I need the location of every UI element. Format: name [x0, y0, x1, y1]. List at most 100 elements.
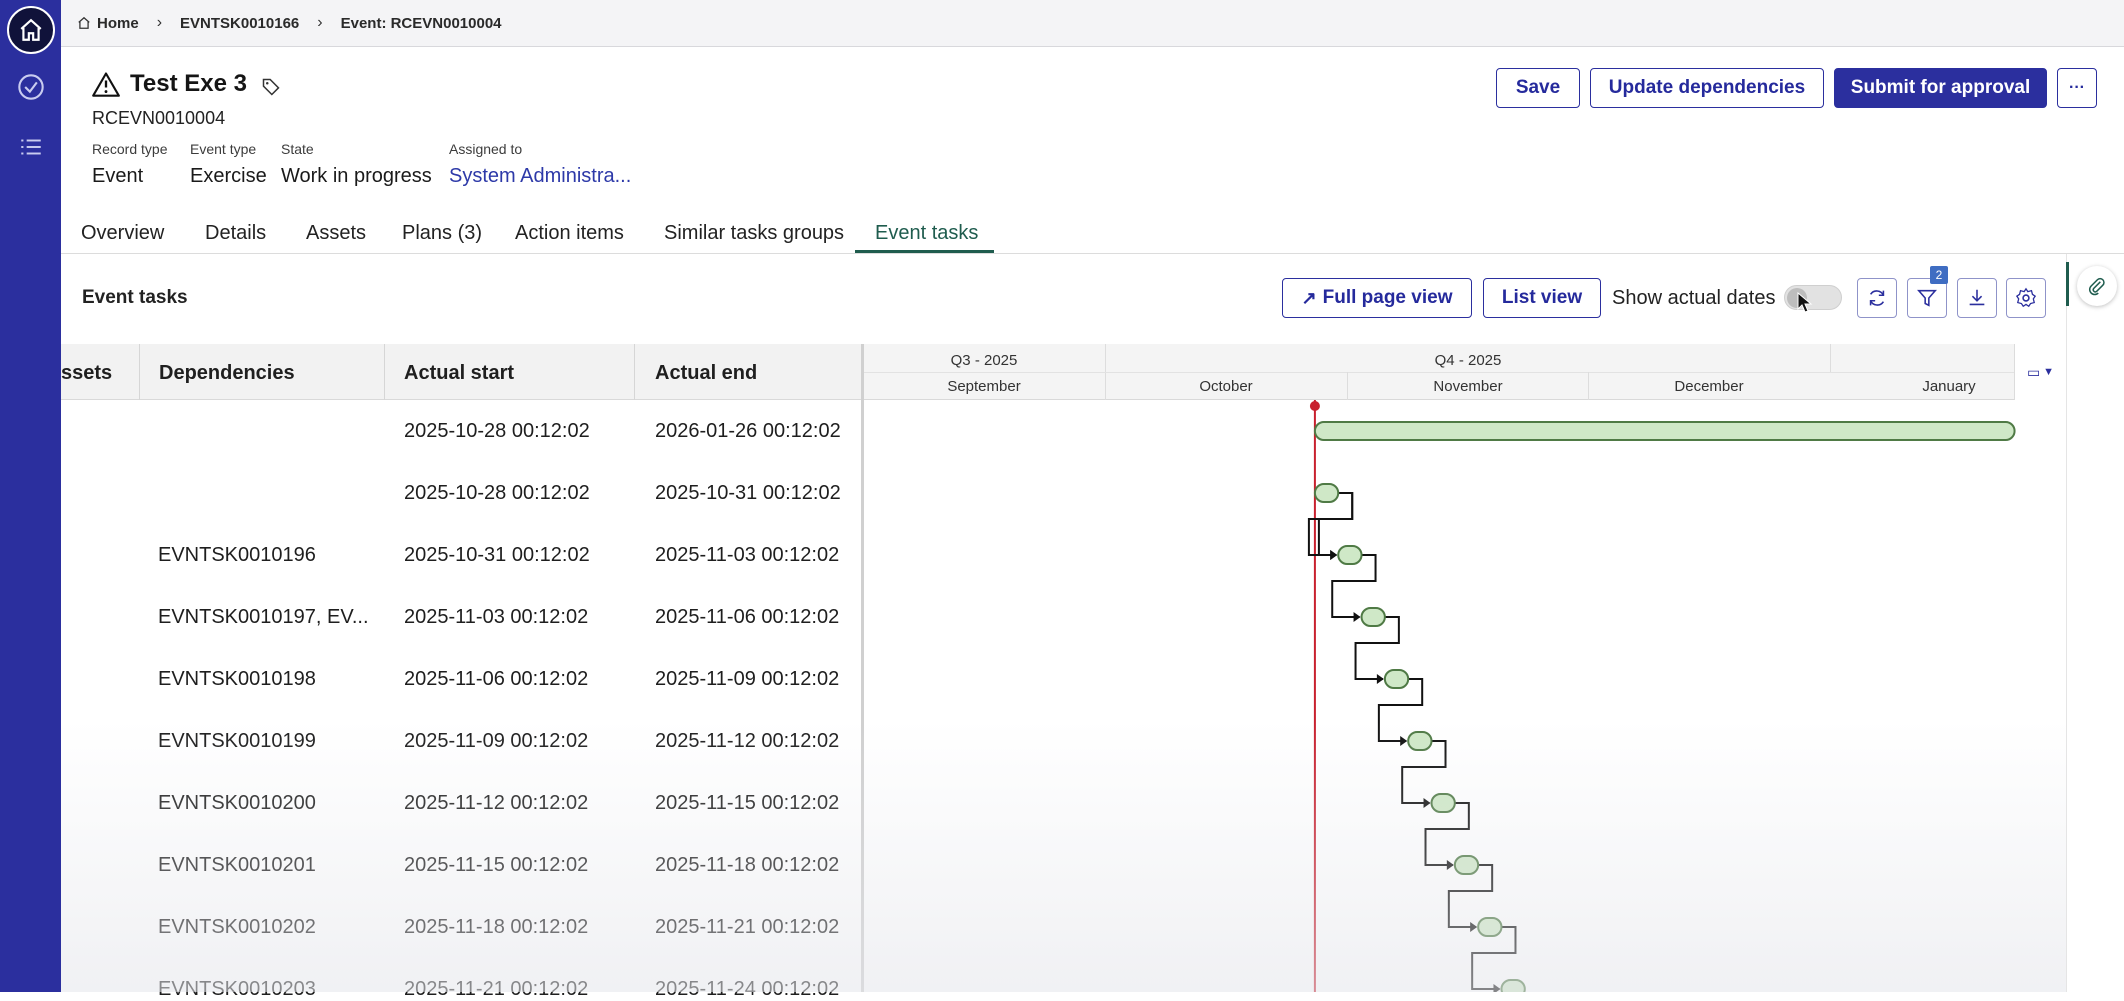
submit-for-approval-button[interactable]: Submit for approval — [1834, 68, 2047, 108]
paperclip-icon — [2088, 277, 2105, 296]
list-icon[interactable] — [14, 130, 48, 164]
tab-plans[interactable]: Plans (3) — [402, 222, 482, 245]
gantt-timescale: Q3 - 2025 Q4 - 2025 September October No… — [864, 344, 2066, 400]
column-divider[interactable] — [139, 344, 140, 400]
meta-value: Exercise — [190, 165, 267, 187]
warning-icon — [92, 72, 120, 97]
settings-button[interactable] — [2006, 278, 2046, 318]
assigned-to-link[interactable]: System Administra... — [449, 165, 631, 188]
filter-count-badge: 2 — [1930, 266, 1948, 284]
show-actual-dates-label: Show actual dates — [1612, 287, 1776, 309]
chevron-right-icon: › — [156, 14, 163, 31]
month-label-november: November — [1433, 378, 1503, 395]
meta-state: State Work in progress — [281, 141, 432, 188]
left-nav-rail — [0, 0, 61, 992]
save-button[interactable]: Save — [1496, 68, 1580, 108]
show-actual-dates-toggle[interactable] — [1784, 285, 1842, 310]
full-page-view-button[interactable]: ↗ Full page view — [1282, 278, 1472, 318]
tab-bar: Overview Details Assets Plans (3) Action… — [61, 210, 2124, 254]
cell-actual-end: 2025-11-06 00:12:02 — [655, 606, 840, 628]
column-divider[interactable] — [634, 344, 635, 400]
timescale-zoom-button[interactable]: ▭ ▼ — [2014, 344, 2066, 400]
refresh-button[interactable] — [1857, 278, 1897, 318]
cell-actual-start: 2025-11-12 00:12:02 — [404, 792, 589, 814]
more-actions-button[interactable]: ··· — [2057, 68, 2097, 108]
cell-dependencies: EVNTSK0010201 — [158, 854, 316, 876]
gantt-task-bar[interactable] — [1500, 979, 1526, 992]
list-view-button[interactable]: List view — [1483, 278, 1601, 318]
home-icon — [78, 16, 90, 29]
update-dependencies-button[interactable]: Update dependencies — [1590, 68, 1824, 108]
gantt-task-bar[interactable] — [1360, 607, 1386, 627]
tab-assets[interactable]: Assets — [306, 222, 366, 245]
tab-action-items[interactable]: Action items — [515, 222, 624, 245]
dependency-arrow — [1353, 612, 1361, 622]
meta-record-type: Record type Event — [92, 141, 167, 188]
cell-actual-end: 2025-10-31 00:12:02 — [655, 482, 841, 504]
tab-details[interactable]: Details — [205, 222, 266, 245]
meta-assigned-to: Assigned to System Administra... — [449, 141, 631, 188]
cell-actual-end: 2025-11-12 00:12:02 — [655, 730, 840, 752]
gantt-task-bar[interactable] — [1430, 793, 1456, 813]
cell-actual-start: 2025-11-15 00:12:02 — [404, 854, 589, 876]
filter-button[interactable] — [1907, 278, 1947, 318]
month-label-december: December — [1674, 378, 1744, 395]
check-circle-icon[interactable] — [14, 70, 48, 104]
meta-label: Assigned to — [449, 141, 523, 157]
cell-actual-start: 2025-10-28 00:12:02 — [404, 420, 590, 442]
cell-dependencies: EVNTSK0010200 — [158, 792, 316, 814]
cell-actual-end: 2025-11-24 00:12:02 — [655, 978, 840, 1000]
cell-actual-start: 2025-11-03 00:12:02 — [404, 606, 589, 628]
gantt-task-bar[interactable] — [1383, 669, 1410, 689]
column-header-assets[interactable]: ssets — [61, 362, 112, 385]
download-button[interactable] — [1957, 278, 1997, 318]
chevron-down-icon: ▼ — [2043, 366, 2055, 378]
gantt-task-bar[interactable] — [1313, 483, 1340, 503]
download-icon — [1969, 289, 1985, 306]
meta-label: Record type — [92, 141, 168, 157]
cell-actual-start: 2025-10-31 00:12:02 — [404, 544, 590, 566]
column-header-actual-end[interactable]: Actual end — [655, 362, 757, 385]
meta-label: State — [281, 141, 314, 157]
record-title-text: Test Exe 3 — [130, 70, 247, 97]
gantt-task-bar[interactable] — [1477, 917, 1503, 937]
breadcrumb-home[interactable]: Home — [77, 15, 139, 32]
breadcrumb-event[interactable]: Event: RCEVN0010004 — [341, 15, 502, 32]
column-header-actual-start[interactable]: Actual start — [404, 362, 514, 385]
attachment-button[interactable] — [2077, 266, 2117, 306]
cell-actual-end: 2025-11-09 00:12:02 — [655, 668, 840, 690]
meta-event-type: Event type Exercise — [190, 141, 267, 188]
meta-value: Event — [92, 165, 144, 187]
dependency-arrow — [1470, 922, 1478, 932]
column-divider[interactable] — [384, 344, 385, 400]
gantt-task-bar[interactable] — [1407, 731, 1433, 751]
dependency-arrow — [1446, 860, 1454, 870]
gantt-summary-bar[interactable] — [1313, 421, 2016, 441]
column-header-dependencies[interactable]: Dependencies — [159, 362, 295, 385]
cell-actual-end: 2025-11-21 00:12:02 — [655, 916, 840, 938]
right-rail-accent — [2066, 262, 2069, 306]
dependency-arrow — [1376, 674, 1384, 684]
breadcrumb: Home › EVNTSK0010166 › Event: RCEVN00100… — [61, 0, 2124, 47]
cell-dependencies: EVNTSK0010199 — [158, 730, 316, 752]
cell-actual-start: 2025-11-21 00:12:02 — [404, 978, 589, 1000]
home-icon[interactable] — [7, 6, 55, 54]
breadcrumb-task[interactable]: EVNTSK0010166 — [180, 15, 299, 32]
gantt-task-bar[interactable] — [1337, 545, 1363, 565]
cell-actual-start: 2025-10-28 00:12:02 — [404, 482, 590, 504]
filter-icon — [1917, 289, 1937, 307]
cell-actual-end: 2026-01-26 00:12:02 — [655, 420, 841, 442]
gear-icon — [2015, 287, 2037, 308]
tag-icon[interactable] — [261, 77, 281, 97]
month-divider — [1588, 372, 1589, 400]
tab-similar-tasks-groups[interactable]: Similar tasks groups — [664, 222, 844, 245]
grid-header: ssets Dependencies Actual start Actual e… — [61, 344, 861, 400]
gantt-task-bar[interactable] — [1453, 855, 1480, 875]
cell-dependencies: EVNTSK0010203 — [158, 978, 316, 1000]
tab-event-tasks[interactable]: Event tasks — [875, 222, 978, 245]
calendar-icon: ▭ — [2026, 363, 2041, 380]
quarter-label-q3: Q3 - 2025 — [950, 352, 1018, 369]
meta-value: Work in progress — [281, 165, 432, 187]
meta-label: Event type — [190, 141, 257, 157]
tab-overview[interactable]: Overview — [81, 222, 164, 245]
